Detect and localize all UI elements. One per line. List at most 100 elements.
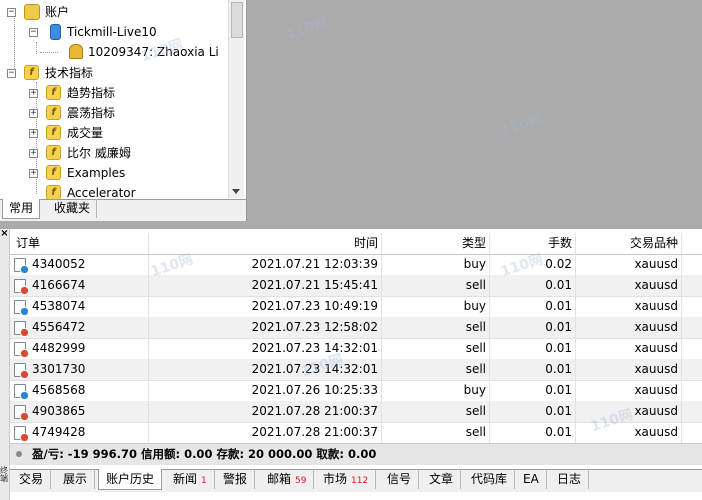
cell-time: 2021.07.28 21:00:37 (149, 401, 382, 422)
tab-terminal[interactable]: 交易 (12, 469, 52, 489)
cell-time: 2021.07.26 10:25:33 (149, 380, 382, 401)
close-icon[interactable]: × (0, 229, 9, 239)
expand-icon[interactable]: + (29, 109, 38, 118)
table-row[interactable]: 4482999 2021.07.23 14:32:01 sell 0.01 xauusd (10, 338, 702, 360)
collapse-icon[interactable]: − (29, 28, 38, 37)
tab-terminal[interactable]: 账户历史 (98, 469, 163, 490)
tab-terminal[interactable]: 警报 (216, 469, 256, 489)
tab-terminal[interactable]: 展示 (56, 469, 96, 489)
expand-icon[interactable]: + (29, 169, 38, 178)
scroll-down-arrow-icon[interactable] (232, 189, 240, 194)
table-row[interactable]: 4538074 2021.07.23 10:49:19 buy 0.01 xauusd (10, 296, 702, 318)
collapse-icon[interactable]: − (7, 8, 16, 17)
cell-spacer (682, 422, 702, 443)
tree-item-indicator-group[interactable]: + f 成交量 (0, 123, 228, 143)
tab-terminal[interactable]: 市场 112 (316, 469, 377, 489)
collapse-icon[interactable]: − (7, 69, 16, 78)
table-row[interactable]: 4166674 2021.07.21 15:45:41 sell 0.01 xauusd (10, 275, 702, 297)
tab-terminal[interactable]: 信号 (380, 469, 420, 489)
tree-item-indicator-group[interactable]: + f Examples (0, 163, 228, 183)
cell-spacer (682, 254, 702, 275)
watermark: 110网 (283, 14, 330, 44)
cell-symbol: xauusd (576, 338, 682, 359)
column-header-symbol[interactable]: 交易品种 (576, 233, 682, 254)
tab-label: 展示 (63, 472, 88, 486)
function-icon: f (46, 185, 61, 200)
cell-volume: 0.01 (490, 275, 576, 296)
tab-terminal[interactable]: 新闻 1 (166, 469, 215, 489)
cell-type: sell (382, 317, 490, 338)
tree-item-indicator-group[interactable]: + f 趋势指标 (0, 83, 228, 103)
tree-label-accounts: 账户 (45, 5, 70, 19)
cell-order: 3301730 (10, 359, 149, 380)
tab-terminal[interactable]: 邮箱 59 (260, 469, 315, 489)
cell-time: 2021.07.28 21:00:37 (149, 422, 382, 443)
cell-type: sell (382, 338, 490, 359)
cell-symbol: xauusd (576, 359, 682, 380)
cell-volume: 0.01 (490, 359, 576, 380)
table-row[interactable]: 4340052 2021.07.21 12:03:39 buy 0.02 xauusd (10, 254, 702, 276)
table-row[interactable]: 4749428 2021.07.28 21:00:37 sell 0.01 xauusd (10, 422, 702, 444)
tree-item-indicators[interactable]: − f 技术指标 (0, 63, 228, 83)
tree-label-indicator-group: Examples (67, 166, 126, 180)
cell-spacer (682, 338, 702, 359)
tab-label: 日志 (557, 472, 582, 486)
function-icon: f (46, 145, 61, 160)
function-icon: f (46, 85, 61, 100)
tree-item-account[interactable]: 10209347: Zhaoxia Li (0, 42, 228, 62)
cell-volume: 0.01 (490, 338, 576, 359)
cell-volume: 0.01 (490, 317, 576, 338)
cell-symbol: xauusd (576, 380, 682, 401)
cell-spacer (682, 401, 702, 422)
function-icon: f (46, 165, 61, 180)
column-header-time[interactable]: 时间 (149, 233, 382, 254)
table-row[interactable]: 3301730 2021.07.23 14:32:01 sell 0.01 xauusd (10, 359, 702, 381)
tree-label-indicator-group: 趋势指标 (67, 86, 116, 100)
accounts-folder-icon (24, 4, 40, 20)
tab-label: 文章 (429, 472, 454, 486)
user-icon (69, 44, 83, 59)
tree-item-indicator-group[interactable]: + f 震荡指标 (0, 103, 228, 123)
cell-order: 4903865 (10, 401, 149, 422)
cell-type: sell (382, 401, 490, 422)
tree-label-indicator-group: 震荡指标 (67, 106, 116, 120)
tab-terminal[interactable]: EA (516, 469, 547, 489)
column-header-volume[interactable]: 手数 (490, 233, 576, 254)
cell-time: 2021.07.23 14:32:01 (149, 359, 382, 380)
table-row[interactable]: 4903865 2021.07.28 21:00:37 sell 0.01 xauusd (10, 401, 702, 423)
column-header-type[interactable]: 类型 (382, 233, 490, 254)
tree-item-accounts[interactable]: − 账户 (0, 2, 228, 22)
cell-time: 2021.07.23 14:32:01 (149, 338, 382, 359)
table-row[interactable]: 4556472 2021.07.23 12:58:02 sell 0.01 xauusd (10, 317, 702, 339)
tab-label: 市场 (323, 472, 348, 486)
tree-label-indicator-group: 比尔 威廉姆 (67, 146, 131, 160)
navigator-scrollbar[interactable] (228, 0, 244, 198)
tab-terminal[interactable]: 日志 (550, 469, 590, 489)
tab-label: EA (523, 472, 539, 486)
cell-volume: 0.02 (490, 254, 576, 275)
tab-label: 代码库 (471, 472, 508, 486)
table-row[interactable]: 4568568 2021.07.26 10:25:33 buy 0.01 xauusd (10, 380, 702, 402)
tab-favorites[interactable]: 收藏夹 (48, 199, 98, 218)
cell-symbol: xauusd (576, 254, 682, 275)
watermark: 110网 (498, 111, 545, 141)
cell-type: buy (382, 380, 490, 401)
tab-label: 新闻 (173, 472, 198, 486)
tab-common[interactable]: 常用 (2, 199, 41, 219)
tree-label-indicator: Accelerator (67, 186, 136, 200)
tree-item-indicator-group[interactable]: + f 比尔 威廉姆 (0, 143, 228, 163)
expand-icon[interactable]: + (29, 149, 38, 158)
tab-terminal[interactable]: 文章 (422, 469, 462, 489)
tree-item-server[interactable]: − Tickmill-Live10 (0, 22, 228, 42)
tab-terminal[interactable]: 代码库 (464, 469, 516, 489)
scrollbar-thumb[interactable] (231, 2, 243, 38)
column-header-order[interactable]: 订单 (10, 233, 149, 254)
tab-count-badge: 112 (351, 476, 369, 486)
expand-icon[interactable]: + (29, 129, 38, 138)
tree-item-indicator[interactable]: f Accelerator (0, 183, 228, 200)
server-icon (50, 24, 61, 40)
expand-icon[interactable]: + (29, 89, 38, 98)
indicator-folder-icon: f (24, 65, 39, 80)
cell-symbol: xauusd (576, 296, 682, 317)
summary-bar: 盈/亏: -19 996.70 信用额: 0.00 存款: 20 000.00 … (10, 443, 702, 465)
